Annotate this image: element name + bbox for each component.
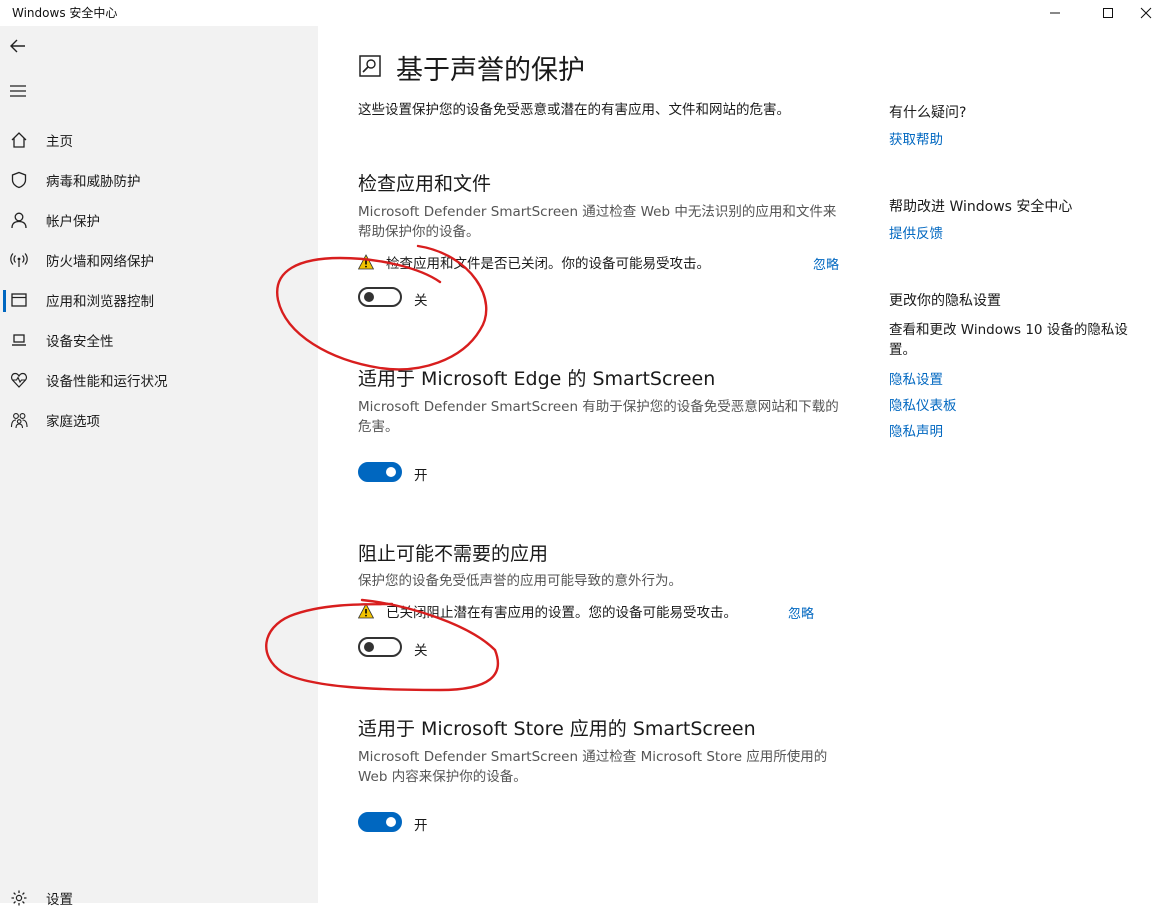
section-description: Microsoft Defender SmartScreen 有助于保护您的设备… (358, 399, 839, 435)
toggle-knob (386, 467, 396, 477)
sidebar-item-family-options[interactable]: 家庭选项 (0, 400, 318, 440)
family-icon (9, 410, 29, 430)
section-title: 适用于 Microsoft Store 应用的 SmartScreen (358, 718, 756, 740)
sidebar-item-label: 设置 (46, 892, 73, 908)
sidebar-item-app-browser-control[interactable]: 应用和浏览器控制 (0, 280, 318, 320)
sidebar-item-label: 主页 (46, 134, 73, 150)
warning-message: 已关闭阻止潜在有害应用的设置。您的设备可能易受攻击。 (358, 601, 737, 621)
toggle-knob (386, 817, 396, 827)
window-title: Windows 安全中心 (12, 6, 118, 20)
ignore-link[interactable]: 忽略 (788, 603, 814, 622)
title-bar: Windows 安全中心 (0, 0, 1169, 26)
minimize-button[interactable] (1032, 0, 1078, 26)
sidebar-item-label: 设备安全性 (46, 334, 114, 350)
section-title: 检查应用和文件 (358, 173, 492, 195)
privacy-text: 查看和更改 Windows 10 设备的隐私设置。 (889, 322, 1128, 358)
minimize-icon (1050, 12, 1060, 14)
privacy-dashboard-link[interactable]: 隐私仪表板 (889, 394, 957, 414)
sidebar-item-label: 设备性能和运行状况 (46, 374, 168, 390)
hamburger-menu-icon (10, 85, 26, 97)
toggle-state-label: 关 (414, 293, 428, 309)
sidebar-item-label: 病毒和威胁防护 (46, 174, 141, 190)
wifi-antenna-icon (9, 250, 29, 270)
toggle-knob (364, 642, 374, 652)
sidebar-item-settings[interactable]: 设置 (0, 878, 318, 918)
page-description: 这些设置保护您的设备免受恶意或潜在的有害应用、文件和网站的危害。 (358, 102, 790, 118)
shield-icon (9, 170, 29, 190)
toggle-state-label: 开 (414, 468, 428, 484)
sidebar-item-device-security[interactable]: 设备安全性 (0, 320, 318, 360)
ignore-link[interactable]: 忽略 (813, 254, 839, 273)
warning-icon (358, 254, 374, 270)
heart-pulse-icon (9, 370, 29, 390)
warning-icon (358, 603, 374, 619)
get-help-link[interactable]: 获取帮助 (889, 128, 943, 148)
sidebar-item-home[interactable]: 主页 (0, 120, 318, 160)
toggle-knob (364, 292, 374, 302)
sidebar-item-label: 帐户保护 (46, 214, 100, 230)
edge-smartscreen-toggle[interactable] (358, 462, 402, 482)
menu-button[interactable] (8, 81, 28, 101)
back-button[interactable] (8, 36, 28, 56)
section-description: 保护您的设备免受低声誉的应用可能导致的意外行为。 (358, 573, 682, 589)
privacy-heading: 更改你的隐私设置 (889, 293, 1001, 309)
laptop-icon (9, 330, 29, 350)
give-feedback-link[interactable]: 提供反馈 (889, 222, 943, 242)
sidebar-item-account-protection[interactable]: 帐户保护 (0, 200, 318, 240)
gear-icon (9, 888, 29, 908)
toggle-state-label: 开 (414, 818, 428, 834)
improve-heading: 帮助改进 Windows 安全中心 (889, 199, 1073, 215)
privacy-statement-link[interactable]: 隐私声明 (889, 420, 943, 440)
warning-text: 已关闭阻止潜在有害应用的设置。您的设备可能易受攻击。 (386, 605, 737, 621)
close-icon (1140, 7, 1152, 19)
warning-text: 检查应用和文件是否已关闭。你的设备可能易受攻击。 (386, 256, 710, 272)
section-title: 适用于 Microsoft Edge 的 SmartScreen (358, 368, 716, 390)
store-smartscreen-toggle[interactable] (358, 812, 402, 832)
section-description: Microsoft Defender SmartScreen 通过检查 Web … (358, 204, 837, 240)
privacy-settings-link[interactable]: 隐私设置 (889, 368, 943, 388)
sidebar: 主页 病毒和威胁防护 帐户保护 防火墙和网络保护 应用和浏览器控制 设备安全性 … (0, 26, 318, 908)
block-pua-toggle[interactable] (358, 637, 402, 657)
sidebar-item-label: 应用和浏览器控制 (46, 294, 154, 310)
person-icon (9, 210, 29, 230)
maximize-icon (1103, 8, 1113, 18)
reputation-protection-icon (359, 55, 381, 77)
main-content: 基于声誉的保护 这些设置保护您的设备免受恶意或潜在的有害应用、文件和网站的危害。… (318, 26, 1169, 903)
check-apps-files-toggle[interactable] (358, 287, 402, 307)
page-title: 基于声誉的保护 (396, 55, 585, 86)
section-description: Microsoft Defender SmartScreen 通过检查 Micr… (358, 749, 828, 785)
home-icon (9, 130, 29, 150)
section-title: 阻止可能不需要的应用 (358, 543, 549, 565)
toggle-state-label: 关 (414, 643, 428, 659)
help-heading: 有什么疑问? (889, 105, 967, 121)
sidebar-item-label: 家庭选项 (46, 414, 100, 430)
back-arrow-icon (10, 39, 25, 53)
close-button[interactable] (1123, 0, 1169, 26)
sidebar-item-virus-protection[interactable]: 病毒和威胁防护 (0, 160, 318, 200)
app-window-icon (9, 290, 29, 310)
sidebar-item-label: 防火墙和网络保护 (46, 254, 154, 270)
sidebar-item-firewall[interactable]: 防火墙和网络保护 (0, 240, 318, 280)
warning-message: 检查应用和文件是否已关闭。你的设备可能易受攻击。 (358, 252, 710, 272)
sidebar-item-device-performance[interactable]: 设备性能和运行状况 (0, 360, 318, 400)
